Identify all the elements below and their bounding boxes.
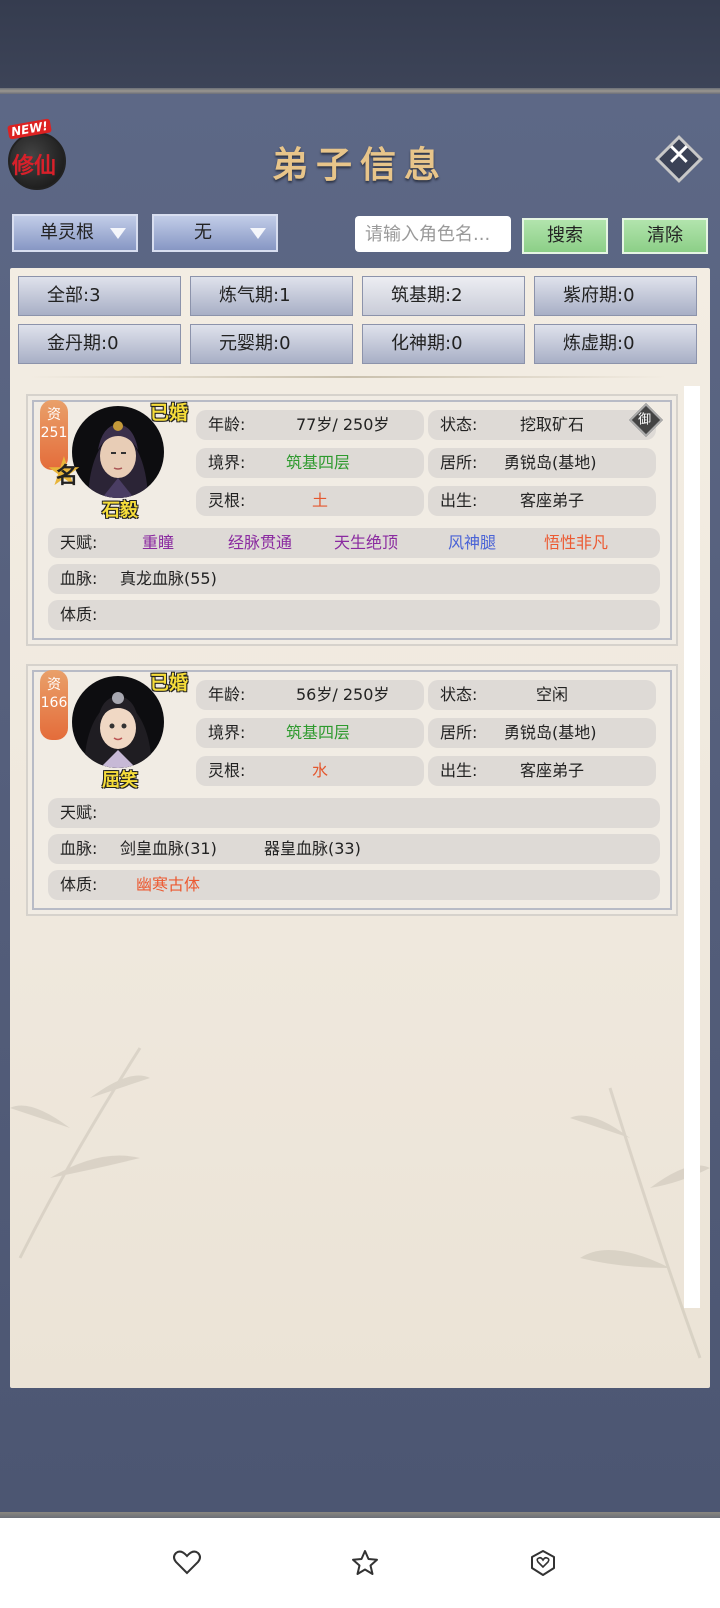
status-value: 空闲 bbox=[536, 685, 569, 704]
famous-label: 名 bbox=[56, 463, 79, 489]
physique-label: 体质: bbox=[60, 875, 98, 894]
talent-row: 天赋: 重瞳 经脉贯通 天生绝顶 风神腿 悟性非凡 bbox=[48, 528, 660, 558]
root-field: 灵根: 水 bbox=[196, 756, 424, 786]
aptitude-value: 251 bbox=[40, 425, 68, 441]
birth-label: 出生: bbox=[440, 761, 478, 780]
tab-golden-core[interactable]: 金丹期:0 bbox=[18, 324, 181, 364]
talent-item: 经脉贯通 bbox=[228, 533, 293, 552]
root-type-value: 单灵根 bbox=[40, 222, 94, 243]
bloodline-item: 剑皇血脉(31) bbox=[120, 839, 217, 858]
root-value: 土 bbox=[312, 491, 329, 510]
secondary-filter-value: 无 bbox=[194, 222, 212, 243]
talent-item: 天生绝顶 bbox=[334, 533, 399, 552]
physique-row: 体质: 幽寒古体 bbox=[48, 870, 660, 900]
status-field: 状态: 空闲 bbox=[428, 680, 656, 710]
realm-field: 境界: 筑基四层 bbox=[196, 448, 424, 478]
bloodline-label: 血脉: bbox=[60, 569, 98, 588]
root-type-dropdown[interactable]: 单灵根 bbox=[12, 214, 138, 252]
star-icon[interactable] bbox=[350, 1548, 380, 1578]
residence-value: 勇锐岛(基地) bbox=[504, 723, 597, 742]
birth-label: 出生: bbox=[440, 491, 478, 510]
chevron-down-icon bbox=[110, 228, 126, 239]
birth-value: 客座弟子 bbox=[520, 761, 585, 780]
root-label: 灵根: bbox=[208, 761, 246, 780]
residence-value: 勇锐岛(基地) bbox=[504, 453, 597, 472]
heart-icon[interactable] bbox=[172, 1548, 202, 1578]
residence-field: 居所: 勇锐岛(基地) bbox=[428, 718, 656, 748]
tab-nascent-soul[interactable]: 元婴期:0 bbox=[190, 324, 353, 364]
disciple-portrait[interactable]: 资 166 已婚 屈笑 bbox=[40, 666, 190, 792]
aptitude-label: 资 bbox=[47, 407, 61, 423]
aptitude-label: 资 bbox=[47, 677, 61, 693]
status-value: 挖取矿石 bbox=[520, 415, 585, 434]
talent-item: 风神腿 bbox=[448, 533, 497, 552]
chevron-down-icon bbox=[250, 228, 266, 239]
search-button[interactable]: 搜索 bbox=[522, 218, 608, 254]
physique-value: 幽寒古体 bbox=[136, 875, 201, 894]
famous-badge: ★ 名 bbox=[46, 452, 86, 492]
realm-field: 境界: 筑基四层 bbox=[196, 718, 424, 748]
tab-foundation[interactable]: 筑基期:2 bbox=[362, 276, 525, 316]
root-label: 灵根: bbox=[208, 491, 246, 510]
bloodline-item: 器皇血脉(33) bbox=[264, 839, 361, 858]
talent-row: 天赋: bbox=[48, 798, 660, 828]
status-label: 状态: bbox=[440, 415, 478, 434]
talent-label: 天赋: bbox=[60, 533, 98, 552]
close-button[interactable]: ✕ bbox=[654, 134, 704, 184]
talent-label: 天赋: bbox=[60, 803, 98, 822]
clear-button[interactable]: 清除 bbox=[622, 218, 708, 254]
age-label: 年龄: bbox=[208, 415, 246, 434]
aptitude-badge: 资 166 bbox=[40, 670, 68, 740]
tab-qi-refining[interactable]: 炼气期:1 bbox=[190, 276, 353, 316]
disciple-name: 屈笑 bbox=[102, 770, 138, 791]
residence-field: 居所: 勇锐岛(基地) bbox=[428, 448, 656, 478]
status-field: 状态: 挖取矿石 bbox=[428, 410, 656, 440]
disciple-name: 石毅 bbox=[102, 500, 138, 521]
list-scrollbar[interactable] bbox=[684, 386, 700, 1308]
married-label: 已婚 bbox=[150, 672, 189, 694]
disciple-portrait[interactable]: 资 251 ★ 名 已婚 石毅 bbox=[40, 396, 190, 522]
age-label: 年龄: bbox=[208, 685, 246, 704]
birth-value: 客座弟子 bbox=[520, 491, 585, 510]
bloodline-row: 血脉: 真龙血脉(55) bbox=[48, 564, 660, 594]
age-field: 年龄: 77岁/ 250岁 bbox=[196, 410, 424, 440]
realm-value: 筑基四层 bbox=[286, 453, 351, 472]
top-band bbox=[0, 0, 720, 92]
tabs-divider bbox=[28, 376, 668, 378]
heart-shield-icon[interactable] bbox=[528, 1548, 558, 1578]
talent-item: 悟性非凡 bbox=[544, 533, 609, 552]
page-title: 弟子信息 bbox=[271, 144, 448, 186]
tab-spirit-transformation[interactable]: 化神期:0 bbox=[362, 324, 525, 364]
married-label: 已婚 bbox=[150, 402, 189, 424]
realm-value: 筑基四层 bbox=[286, 723, 351, 742]
bloodline-label: 血脉: bbox=[60, 839, 98, 858]
bloodline-item: 真龙血脉(55) bbox=[120, 569, 217, 588]
root-field: 灵根: 土 bbox=[196, 486, 424, 516]
age-value: 77岁/ 250岁 bbox=[296, 415, 390, 434]
tab-purple-mansion[interactable]: 紫府期:0 bbox=[534, 276, 697, 316]
tab-all[interactable]: 全部:3 bbox=[18, 276, 181, 316]
close-icon: ✕ bbox=[666, 138, 692, 173]
age-value: 56岁/ 250岁 bbox=[296, 685, 390, 704]
secondary-filter-dropdown[interactable]: 无 bbox=[152, 214, 278, 252]
root-value: 水 bbox=[312, 761, 329, 780]
physique-label: 体质: bbox=[60, 605, 98, 624]
tab-void-refining[interactable]: 炼虚期:0 bbox=[534, 324, 697, 364]
realm-label: 境界: bbox=[208, 453, 246, 472]
residence-label: 居所: bbox=[440, 723, 478, 742]
bloodline-row: 血脉: 剑皇血脉(31) 器皇血脉(33) bbox=[48, 834, 660, 864]
residence-label: 居所: bbox=[440, 453, 478, 472]
physique-row: 体质: bbox=[48, 600, 660, 630]
realm-label: 境界: bbox=[208, 723, 246, 742]
search-input[interactable] bbox=[355, 216, 511, 252]
status-label: 状态: bbox=[440, 685, 478, 704]
bamboo-decoration-left bbox=[10, 1047, 150, 1259]
birth-field: 出生: 客座弟子 bbox=[428, 486, 656, 516]
birth-field: 出生: 客座弟子 bbox=[428, 756, 656, 786]
aptitude-value: 166 bbox=[40, 695, 68, 711]
age-field: 年龄: 56岁/ 250岁 bbox=[196, 680, 424, 710]
mount-label: 御 bbox=[638, 412, 652, 428]
talent-item: 重瞳 bbox=[142, 533, 175, 552]
